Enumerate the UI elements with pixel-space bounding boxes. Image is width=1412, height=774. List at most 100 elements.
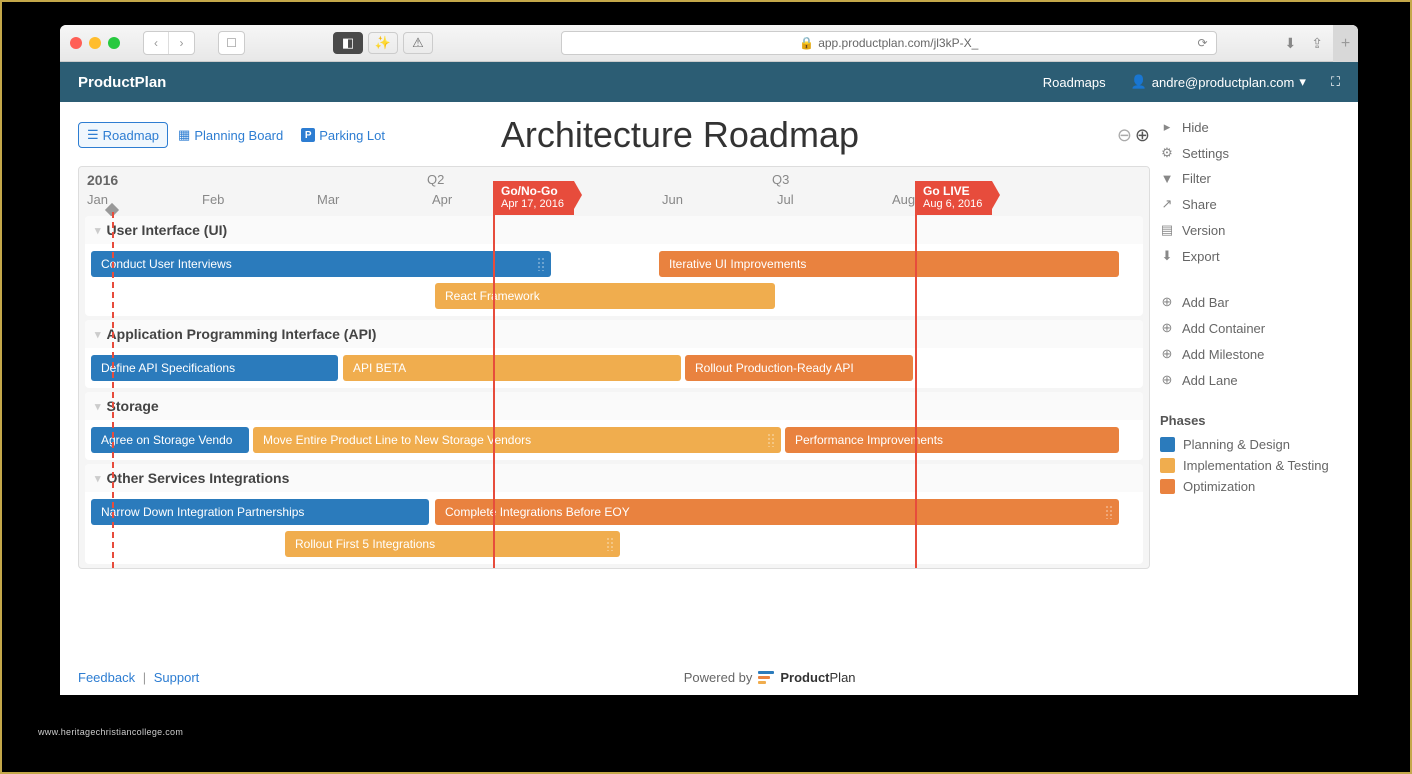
lane-header[interactable]: ▾ Storage xyxy=(85,392,1143,420)
chevron-down-icon: ▾ xyxy=(95,400,101,413)
bar-label: Complete Integrations Before EOY xyxy=(445,505,630,519)
add-lane-button[interactable]: ⊕Add Lane xyxy=(1160,367,1340,393)
lane-title: Other Services Integrations xyxy=(107,470,290,486)
lane-row: Narrow Down Integration Partnerships Comp… xyxy=(85,496,1143,528)
window-close-button[interactable] xyxy=(70,37,82,49)
hide-label: Hide xyxy=(1182,120,1209,135)
roadmap-bar[interactable]: Rollout First 5 Integrations xyxy=(285,531,620,557)
user-menu[interactable]: 👤 andre@productplan.com ▾ xyxy=(1131,74,1306,90)
download-icon[interactable]: ⬇ xyxy=(1285,35,1297,52)
roadmap-bar[interactable]: Complete Integrations Before EOY xyxy=(435,499,1119,525)
bar-label: Narrow Down Integration Partnerships xyxy=(101,505,304,519)
lane-row: Rollout First 5 Integrations xyxy=(85,528,1143,560)
roadmap-bar[interactable]: API BETA xyxy=(343,355,681,381)
lane-header[interactable]: ▾User Interface (UI) xyxy=(85,216,1143,244)
add-milestone-button[interactable]: ⊕Add Milestone xyxy=(1160,341,1340,367)
add-lane-label: Add Lane xyxy=(1182,373,1238,388)
drag-handle-icon[interactable] xyxy=(767,433,775,447)
right-sidebar: ▸ Hide ⚙Settings ▼ Filter ↗Share ▤Version… xyxy=(1160,114,1340,569)
window-maximize-button[interactable] xyxy=(108,37,120,49)
bar-label: Rollout Production-Ready API xyxy=(695,361,854,375)
milestone-title: Go/No-Go xyxy=(501,184,564,198)
roadmap-bar[interactable]: Performance Improvements xyxy=(785,427,1119,453)
feedback-link[interactable]: Feedback xyxy=(78,670,135,685)
drag-handle-icon[interactable] xyxy=(1105,505,1113,519)
roadmap-bar[interactable]: Agree on Storage Vendo xyxy=(91,427,249,453)
support-link[interactable]: Support xyxy=(154,670,200,685)
milestone[interactable]: Go/No-GoApr 17, 2016 xyxy=(493,181,574,215)
plus-icon: ⊕ xyxy=(1160,320,1174,336)
phase-item[interactable]: Optimization xyxy=(1160,476,1340,497)
roadmap-bar[interactable]: React Framework xyxy=(435,283,775,309)
phase-item[interactable]: Implementation & Testing xyxy=(1160,455,1340,476)
powered-by: Powered by ProductPlan xyxy=(199,670,1340,685)
zoom-out-button[interactable]: ⊖ xyxy=(1117,125,1132,146)
export-link[interactable]: ⬇Export xyxy=(1160,243,1340,269)
powered-by-label: Powered by xyxy=(684,670,753,685)
productplan-logo-text: ProductPlan xyxy=(780,670,855,685)
settings-link[interactable]: ⚙Settings xyxy=(1160,140,1340,166)
roadmap-bar[interactable]: Rollout Production-Ready API xyxy=(685,355,913,381)
chevron-down-icon: ▾ xyxy=(95,224,101,237)
roadmap-bar[interactable]: Conduct User Interviews xyxy=(91,251,551,277)
bar-label: Conduct User Interviews xyxy=(101,257,232,271)
roadmaps-link[interactable]: Roadmaps xyxy=(1043,75,1106,90)
back-button[interactable]: ‹ xyxy=(144,32,169,54)
app-logo[interactable]: ProductPlan xyxy=(78,74,166,91)
bar-label: Rollout First 5 Integrations xyxy=(295,537,435,551)
milestone-line xyxy=(915,209,917,568)
bar-label: Agree on Storage Vendo xyxy=(101,433,232,447)
roadmap-bar[interactable]: Define API Specifications xyxy=(91,355,338,381)
lane-title: Application Programming Interface (API) xyxy=(107,326,377,342)
phase-swatch xyxy=(1160,437,1175,452)
hide-toggle[interactable]: ▸ Hide xyxy=(1160,114,1340,140)
lane-body: Agree on Storage Vendo Move Entire Produc… xyxy=(85,420,1143,460)
productplan-logo-icon xyxy=(758,671,774,684)
separator: | xyxy=(143,670,146,685)
month-label: Jul xyxy=(777,192,794,207)
zoom-in-button[interactable]: ⊕ xyxy=(1135,125,1150,146)
extension-button-wand[interactable]: ✨ xyxy=(368,32,398,54)
month-label: Apr xyxy=(432,192,452,207)
lane: ▾User Interface (UI) Conduct User Intervi… xyxy=(85,216,1143,316)
version-link[interactable]: ▤Version xyxy=(1160,217,1340,243)
caret-right-icon: ▸ xyxy=(1160,119,1174,135)
nav-back-forward: ‹ › xyxy=(143,31,195,55)
lane-header[interactable]: ▾Application Programming Interface (API) xyxy=(85,320,1143,348)
add-container-button[interactable]: ⊕Add Container xyxy=(1160,315,1340,341)
extension-button-1[interactable]: ◧ xyxy=(333,32,363,54)
phase-swatch xyxy=(1160,479,1175,494)
filter-link[interactable]: ▼ Filter xyxy=(1160,166,1340,191)
refresh-icon[interactable]: ⟳ xyxy=(1197,36,1207,50)
filter-label: Filter xyxy=(1182,171,1211,186)
share-icon[interactable]: ⇪ xyxy=(1311,35,1323,52)
drag-handle-icon[interactable] xyxy=(537,257,545,271)
window-minimize-button[interactable] xyxy=(89,37,101,49)
lane-header[interactable]: ▾Other Services Integrations xyxy=(85,464,1143,492)
bar-label: Move Entire Product Line to New Storage … xyxy=(263,433,531,447)
drag-handle-icon[interactable] xyxy=(606,537,614,551)
lock-icon: 🔒 xyxy=(799,36,814,50)
roadmap-bar[interactable]: Narrow Down Integration Partnerships xyxy=(91,499,429,525)
phase-item[interactable]: Planning & Design xyxy=(1160,434,1340,455)
roadmap-bar[interactable]: Iterative UI Improvements xyxy=(659,251,1119,277)
lane-title: Storage xyxy=(107,398,159,414)
extension-button-warning[interactable]: ⚠ xyxy=(403,32,433,54)
gear-icon: ⚙ xyxy=(1160,145,1174,161)
quarter-label: Q3 xyxy=(772,172,789,187)
filter-icon: ▼ xyxy=(1160,171,1174,186)
user-icon: 👤 xyxy=(1131,74,1147,90)
fullscreen-icon[interactable]: ⛶ xyxy=(1331,74,1340,90)
month-label: Mar xyxy=(317,192,339,207)
roadmap-icon: ☰ xyxy=(87,127,99,143)
sidebar-toggle-button[interactable]: ☐ xyxy=(219,32,244,54)
milestone[interactable]: Go LIVEAug 6, 2016 xyxy=(915,181,992,215)
forward-button[interactable]: › xyxy=(169,32,194,54)
address-bar[interactable]: 🔒 app.productplan.com/jl3kP-X_ ⟳ xyxy=(561,31,1217,55)
new-tab-button[interactable]: + xyxy=(1333,25,1358,62)
add-bar-button[interactable]: ⊕Add Bar xyxy=(1160,289,1340,315)
url-text: app.productplan.com/jl3kP-X_ xyxy=(818,36,978,50)
roadmap-bar[interactable]: Move Entire Product Line to New Storage … xyxy=(253,427,781,453)
share-link[interactable]: ↗Share xyxy=(1160,191,1340,217)
tab-roadmap[interactable]: ☰ Roadmap xyxy=(78,122,168,148)
